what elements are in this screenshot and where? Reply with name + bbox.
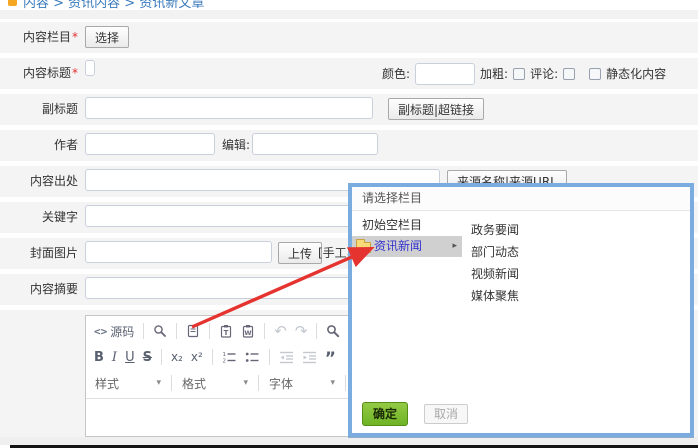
bold-label: 加粗: <box>480 65 508 82</box>
comment-checkbox[interactable] <box>563 68 575 80</box>
tree-item-label: 资讯新闻 <box>374 236 422 257</box>
bold-button[interactable]: B <box>90 348 108 367</box>
required-asterisk: * <box>72 66 78 80</box>
italic-button[interactable]: I <box>108 348 121 367</box>
category-label: 内容栏目* <box>0 22 78 53</box>
summary-label: 内容摘要 <box>0 274 78 305</box>
source-code-icon: <> <box>94 325 107 338</box>
preview-button[interactable] <box>149 322 171 340</box>
source-code-button[interactable]: <>源码 <box>90 321 138 342</box>
indent-button[interactable] <box>298 348 321 366</box>
redo-button[interactable]: ↷ <box>291 320 312 342</box>
strikethrough-button[interactable]: S <box>139 348 156 367</box>
static-content-checkbox[interactable] <box>589 68 601 80</box>
chevron-down-icon: ▾ <box>243 378 248 388</box>
upload-button[interactable]: 上传 <box>278 242 322 264</box>
bold-checkbox[interactable] <box>513 68 525 80</box>
bulleted-list-button[interactable] <box>241 348 264 366</box>
blockquote-button[interactable]: ” <box>321 348 340 366</box>
svg-text:2: 2 <box>222 359 226 365</box>
paste-text-icon: T <box>219 324 233 338</box>
outdent-button[interactable] <box>275 348 298 366</box>
format-dropdown[interactable]: 格式▾ <box>177 373 253 394</box>
row-subtitle: 副标题 副标题|超链接 <box>0 94 698 125</box>
submenu-item-video-news[interactable]: 视频新闻 <box>463 263 519 285</box>
chevron-down-icon: ▾ <box>156 378 161 388</box>
undo-icon: ↶ <box>274 322 287 340</box>
document-icon <box>186 324 200 338</box>
editor-name-label: 编辑: <box>222 130 250 161</box>
paste-text-button[interactable]: T <box>215 322 237 340</box>
chevron-down-icon: ▾ <box>330 378 335 388</box>
paste-word-icon: W <box>241 324 255 338</box>
keywords-label: 关键字 <box>0 202 78 233</box>
cover-input[interactable] <box>85 241 272 263</box>
subtitle-input[interactable] <box>85 97 373 119</box>
find-button[interactable] <box>322 322 344 340</box>
breadcrumb[interactable]: 内容 > 资讯内容 > 资讯新文章 <box>8 0 204 9</box>
ordered-list-button[interactable]: 12 <box>218 348 241 366</box>
cms-article-form-page: 内容 > 资讯内容 > 资讯新文章 内容栏目* 选择 内容标题* 颜色: 加粗:… <box>0 0 698 448</box>
select-category-button[interactable]: 选择 <box>85 26 129 48</box>
ordered-list-icon: 12 <box>222 350 237 364</box>
category-select-dialog: 请选择栏目 初始空栏目 资讯新闻 ▸ 政务要闻 部门动态 视频新闻 媒体聚焦 确… <box>348 183 694 437</box>
title-options: 颜色: 加粗: 评论: 静态化内容 <box>382 58 666 89</box>
row-title: 内容标题* 颜色: 加粗: 评论: 静态化内容 <box>0 58 698 89</box>
breadcrumb-bar: 内容 > 资讯内容 > 资讯新文章 <box>0 0 698 9</box>
preview-icon <box>153 324 167 338</box>
subscript-button[interactable]: x₂ <box>167 348 187 366</box>
underline-button[interactable]: U <box>121 348 139 367</box>
author-input[interactable] <box>85 133 215 155</box>
svg-text:W: W <box>245 329 252 337</box>
indent-icon <box>302 350 317 364</box>
source-label: 内容出处 <box>0 166 78 197</box>
breadcrumb-icon <box>8 0 17 6</box>
svg-text:T: T <box>224 329 229 337</box>
color-label: 颜色: <box>382 65 410 82</box>
static-content-label: 静态化内容 <box>606 65 666 82</box>
breadcrumb-text: 内容 > 资讯内容 > 资讯新文章 <box>23 0 204 9</box>
tree-item-news-selected[interactable]: 资讯新闻 ▸ <box>352 236 462 257</box>
redo-icon: ↷ <box>295 322 308 340</box>
subtitle-label: 副标题 <box>0 94 78 125</box>
dialog-body: 初始空栏目 资讯新闻 ▸ 政务要闻 部门动态 视频新闻 媒体聚焦 <box>352 215 690 406</box>
required-asterisk: * <box>72 30 78 44</box>
submenu-item-dept-updates[interactable]: 部门动态 <box>463 241 519 263</box>
submenu-item-gov-news[interactable]: 政务要闻 <box>463 219 519 241</box>
folder-icon <box>356 242 371 253</box>
bottom-divider <box>0 437 698 445</box>
title-label: 内容标题* <box>0 58 78 89</box>
author-label: 作者 <box>0 130 78 161</box>
comment-label: 评论: <box>530 65 558 82</box>
svg-text:1: 1 <box>222 352 226 358</box>
superscript-button[interactable]: x² <box>187 348 207 366</box>
cover-label: 封面图片 <box>0 238 78 269</box>
row-category: 内容栏目* 选择 <box>0 22 698 53</box>
title-input[interactable] <box>85 60 95 76</box>
outdent-icon <box>279 350 294 364</box>
row-author: 作者 编辑: <box>0 130 698 161</box>
editor-name-input[interactable] <box>252 133 378 155</box>
submenu-arrow-icon: ▸ <box>452 236 462 257</box>
paste-word-button[interactable]: W <box>237 322 259 340</box>
header-divider-strip <box>0 10 698 19</box>
subtitle-hyperlink-button[interactable]: 副标题|超链接 <box>388 98 484 120</box>
ok-button[interactable]: 确定 <box>362 402 408 426</box>
font-dropdown[interactable]: 字体▾ <box>264 373 340 394</box>
styles-dropdown[interactable]: 样式▾ <box>90 373 166 394</box>
bulleted-list-icon <box>245 350 260 364</box>
cancel-button[interactable]: 取消 <box>424 404 468 424</box>
new-page-button[interactable] <box>182 322 204 340</box>
undo-button[interactable]: ↶ <box>270 320 291 342</box>
dialog-title: 请选择栏目 <box>352 187 690 211</box>
color-input[interactable] <box>415 63 475 85</box>
submenu-item-media-focus[interactable]: 媒体聚焦 <box>463 285 519 307</box>
search-icon <box>326 324 340 338</box>
submenu-column: 政务要闻 部门动态 视频新闻 媒体聚焦 <box>463 219 519 307</box>
